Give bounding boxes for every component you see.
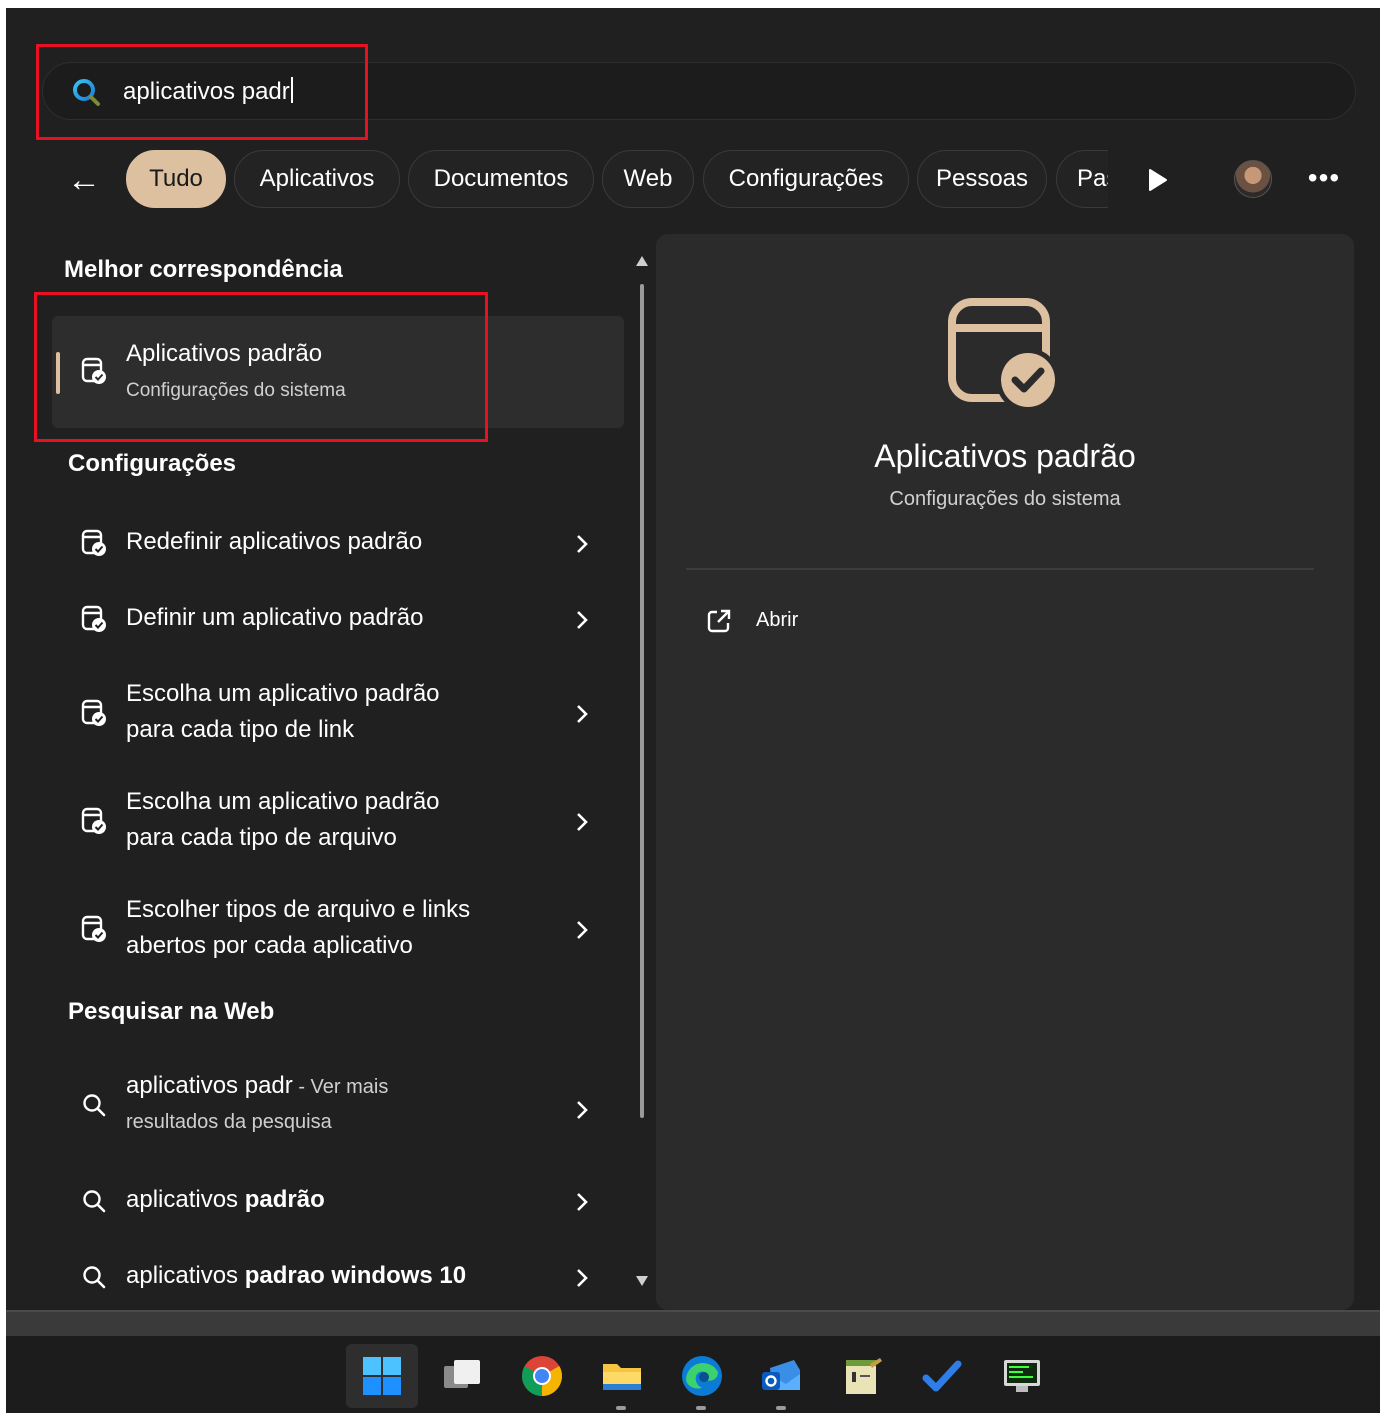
preview-subtitle: Configurações do sistema — [889, 488, 1121, 510]
edge-icon — [682, 1356, 722, 1396]
more-icon[interactable]: ••• — [1304, 162, 1344, 194]
web-result-line1: aplicativos padr - Ver mais — [126, 1072, 389, 1099]
web-heading: Pesquisar na Web — [68, 998, 275, 1025]
list-item-label: para cada tipo de link — [126, 716, 355, 743]
chevron-right-icon — [577, 1193, 588, 1211]
list-item-label: Escolher tipos de arquivo e links — [126, 896, 471, 923]
chevron-right-icon — [577, 535, 588, 553]
running-indicator — [696, 1406, 706, 1410]
filter-tabs: ← Tudo Aplicativos Documentos Web Config… — [6, 150, 1380, 210]
windows-logo-icon — [363, 1357, 401, 1395]
taskbar-notepad[interactable] — [826, 1344, 898, 1408]
task-view-icon — [444, 1360, 480, 1388]
list-item-label: abertos por cada aplicativo — [126, 932, 413, 959]
best-match-heading: Melhor correspondência — [64, 256, 343, 283]
default-apps-icon — [81, 529, 106, 556]
best-match-result[interactable]: Aplicativos padrão Configurações do sist… — [52, 316, 624, 428]
notepad-icon — [846, 1358, 882, 1394]
web-result-line2: resultados da pesquisa — [126, 1111, 332, 1133]
list-item-label: Definir um aplicativo padrão — [126, 604, 424, 631]
default-apps-icon — [948, 298, 1060, 412]
terminal-monitor-icon — [1004, 1360, 1040, 1392]
best-match-subtitle: Configurações do sistema — [126, 380, 346, 401]
search-input[interactable]: aplicativos padr — [123, 77, 293, 106]
window-edge — [6, 1310, 1380, 1336]
divider — [686, 568, 1314, 570]
chevron-right-icon — [577, 921, 588, 939]
outlook-icon — [762, 1360, 800, 1390]
web-result[interactable]: aplicativos padrao windows 10 — [52, 1250, 624, 1304]
settings-heading: Configurações — [68, 450, 237, 477]
list-item[interactable]: Definir um aplicativo padrão — [52, 592, 624, 646]
tab-aplicativos[interactable]: Aplicativos — [234, 150, 400, 208]
list-item[interactable]: Redefinir aplicativos padrão — [52, 516, 624, 570]
todo-check-icon — [922, 1360, 962, 1392]
list-item-label: Escolha um aplicativo padrão — [126, 788, 440, 815]
list-item[interactable]: Escolher tipos de arquivo e links aberto… — [52, 890, 624, 970]
default-apps-icon — [81, 699, 106, 726]
list-item-label: Redefinir aplicativos padrão — [126, 528, 423, 555]
search-icon — [83, 1190, 106, 1213]
web-result[interactable]: aplicativos padrão — [52, 1174, 624, 1228]
tab-tudo[interactable]: Tudo — [126, 150, 226, 208]
list-item[interactable]: Escolha um aplicativo padrão para cada t… — [52, 674, 624, 754]
avatar[interactable] — [1234, 160, 1272, 198]
chrome-icon — [522, 1356, 562, 1396]
play-icon[interactable] — [1144, 166, 1170, 194]
tab-pastas[interactable]: Pas — [1056, 150, 1108, 208]
scroll-down-icon[interactable] — [634, 1274, 650, 1288]
tab-configuracoes[interactable]: Configurações — [703, 150, 909, 208]
taskbar — [6, 1336, 1380, 1413]
folder-icon — [603, 1364, 641, 1390]
open-label: Abrir — [756, 609, 799, 631]
web-result-label: aplicativos padrão — [126, 1186, 325, 1213]
taskbar-file-explorer[interactable] — [586, 1344, 658, 1410]
taskbar-start[interactable] — [346, 1344, 418, 1408]
default-apps-icon — [81, 807, 106, 834]
scroll-up-icon[interactable] — [634, 254, 650, 268]
chevron-right-icon — [577, 1269, 588, 1287]
chevron-right-icon — [577, 1101, 588, 1119]
search-window: aplicativos padr ← Tudo Aplicativos Docu… — [6, 8, 1380, 1310]
taskbar-task-view[interactable] — [426, 1344, 498, 1408]
best-match-title: Aplicativos padrão — [126, 340, 323, 367]
results-list: Melhor correspondência Aplicativos padrã… — [6, 234, 656, 1310]
default-apps-icon — [81, 605, 106, 632]
open-external-icon — [707, 609, 731, 633]
taskbar-chrome[interactable] — [506, 1344, 578, 1408]
tab-documentos[interactable]: Documentos — [408, 150, 594, 208]
running-indicator — [776, 1406, 786, 1410]
list-item[interactable]: Escolha um aplicativo padrão para cada t… — [52, 782, 624, 862]
default-apps-icon — [81, 915, 106, 942]
chevron-right-icon — [577, 813, 588, 831]
taskbar-outlook[interactable] — [746, 1344, 818, 1410]
default-apps-icon — [81, 357, 106, 384]
tab-pessoas[interactable]: Pessoas — [917, 150, 1047, 208]
taskbar-terminal[interactable] — [986, 1344, 1058, 1408]
back-arrow-icon[interactable]: ← — [64, 160, 104, 200]
preview-panel: Aplicativos padrão Configurações do sist… — [656, 234, 1354, 1310]
search-icon — [83, 1266, 106, 1289]
running-indicator — [616, 1406, 626, 1410]
list-item-label: para cada tipo de arquivo — [126, 824, 397, 851]
web-result[interactable]: aplicativos padr - Ver mais resultados d… — [52, 1066, 624, 1146]
scrollbar-thumb[interactable] — [640, 284, 644, 1118]
web-result-label: aplicativos padrao windows 10 — [126, 1262, 467, 1289]
taskbar-edge[interactable] — [666, 1344, 738, 1410]
search-bar[interactable]: aplicativos padr — [42, 62, 1356, 120]
list-item-label: Escolha um aplicativo padrão — [126, 680, 440, 707]
chevron-right-icon — [577, 705, 588, 723]
search-icon — [73, 79, 100, 106]
preview-title: Aplicativos padrão — [874, 438, 1136, 474]
tab-web[interactable]: Web — [602, 150, 694, 208]
chevron-right-icon — [577, 611, 588, 629]
search-icon — [83, 1094, 106, 1117]
selection-accent — [56, 352, 60, 394]
taskbar-todo[interactable] — [906, 1344, 978, 1408]
open-button[interactable]: Abrir — [700, 602, 900, 642]
